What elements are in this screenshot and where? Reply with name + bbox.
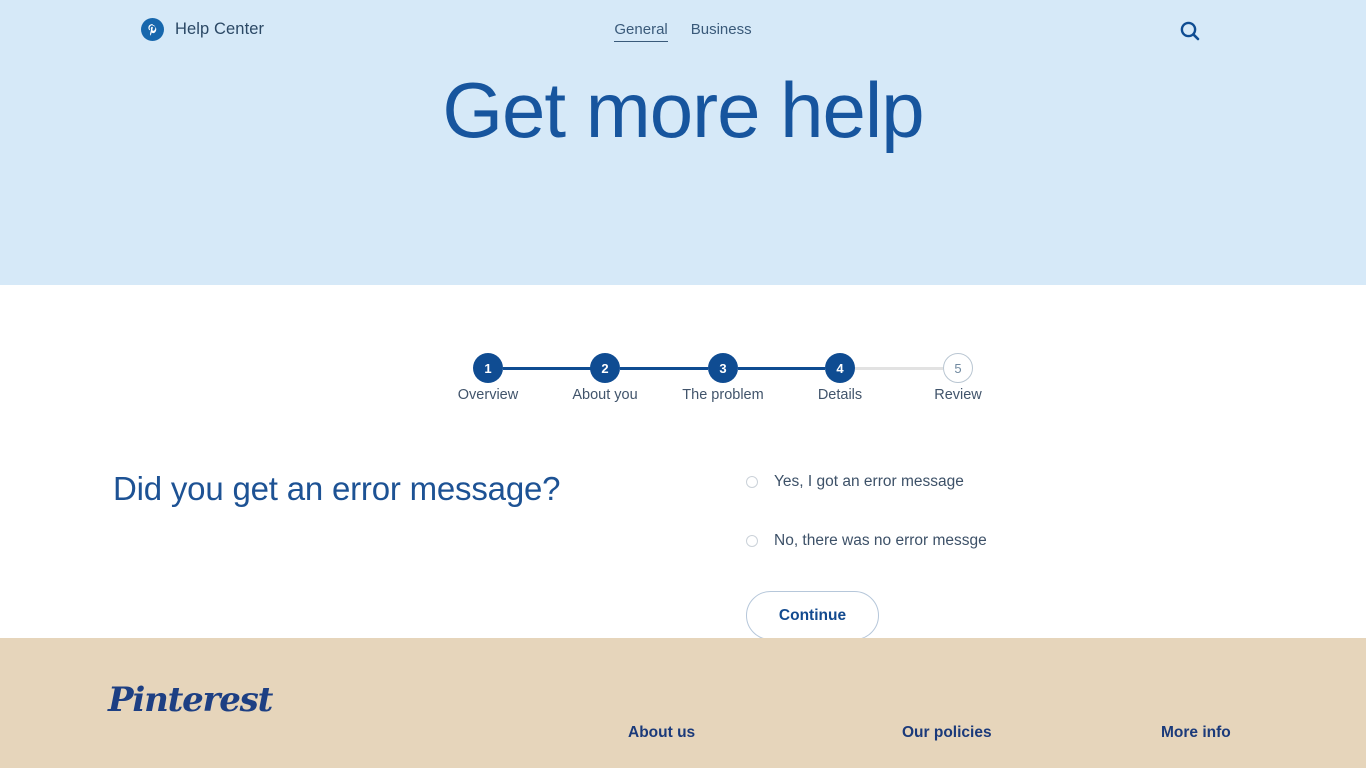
stepper-item-about-you[interactable]: 2 About you — [572, 353, 638, 403]
help-center-page: Help Center General Business Get more he… — [0, 0, 1366, 768]
radio-option-label: No, there was no error messge — [774, 532, 987, 549]
page-title: Get more help — [442, 66, 924, 154]
search-button[interactable] — [1175, 17, 1205, 47]
radio-button-icon[interactable] — [746, 476, 758, 488]
hero-banner: Help Center General Business Get more he… — [0, 0, 1366, 285]
step-label: Overview — [457, 387, 519, 403]
radio-option-no[interactable]: No, there was no error messge — [746, 532, 1166, 550]
step-label: The problem — [682, 387, 764, 403]
main-content: 1 Overview 2 About you 3 The problem 4 D… — [0, 285, 1366, 640]
stepper-item-overview[interactable]: 1 Overview — [458, 353, 518, 403]
stepper-item-review[interactable]: 5 Review — [934, 353, 982, 403]
pinterest-wordmark-logo[interactable]: Pinterest — [108, 680, 273, 720]
stepper-item-details[interactable]: 4 Details — [818, 353, 862, 403]
step-connector-2-3 — [620, 367, 708, 370]
step-label: About you — [572, 387, 638, 403]
step-number-badge: 5 — [943, 353, 973, 383]
step-number-badge: 4 — [825, 353, 855, 383]
tab-general[interactable]: General — [614, 21, 668, 42]
step-connector-1-2 — [503, 367, 591, 370]
footer-column-about-us[interactable]: About us — [628, 724, 695, 742]
step-connector-3-4 — [738, 367, 825, 370]
nav-tabs: General Business — [0, 21, 1366, 42]
stepper-track: 1 Overview 2 About you 3 The problem 4 D… — [458, 353, 982, 403]
question-heading: Did you get an error message? — [113, 470, 561, 507]
tab-business[interactable]: Business — [691, 21, 752, 42]
step-number-badge: 1 — [473, 353, 503, 383]
continue-button[interactable]: Continue — [746, 591, 879, 640]
footer-column-more-info[interactable]: More info — [1161, 724, 1231, 742]
step-connector-4-5 — [855, 367, 943, 370]
search-icon — [1179, 20, 1201, 45]
step-number-badge: 3 — [708, 353, 738, 383]
step-number-badge: 2 — [590, 353, 620, 383]
radio-option-label: Yes, I got an error message — [774, 473, 964, 490]
radio-button-icon[interactable] — [746, 535, 758, 547]
answer-form: Yes, I got an error message No, there wa… — [746, 473, 1166, 640]
progress-stepper: 1 Overview 2 About you 3 The problem 4 D… — [458, 353, 982, 433]
step-label: Details — [817, 387, 863, 403]
stepper-item-the-problem[interactable]: 3 The problem — [682, 353, 764, 403]
radio-option-yes[interactable]: Yes, I got an error message — [746, 473, 1166, 491]
top-navigation-bar: Help Center General Business — [0, 0, 1366, 62]
footer-column-our-policies[interactable]: Our policies — [902, 724, 992, 742]
step-label: Review — [934, 387, 982, 403]
